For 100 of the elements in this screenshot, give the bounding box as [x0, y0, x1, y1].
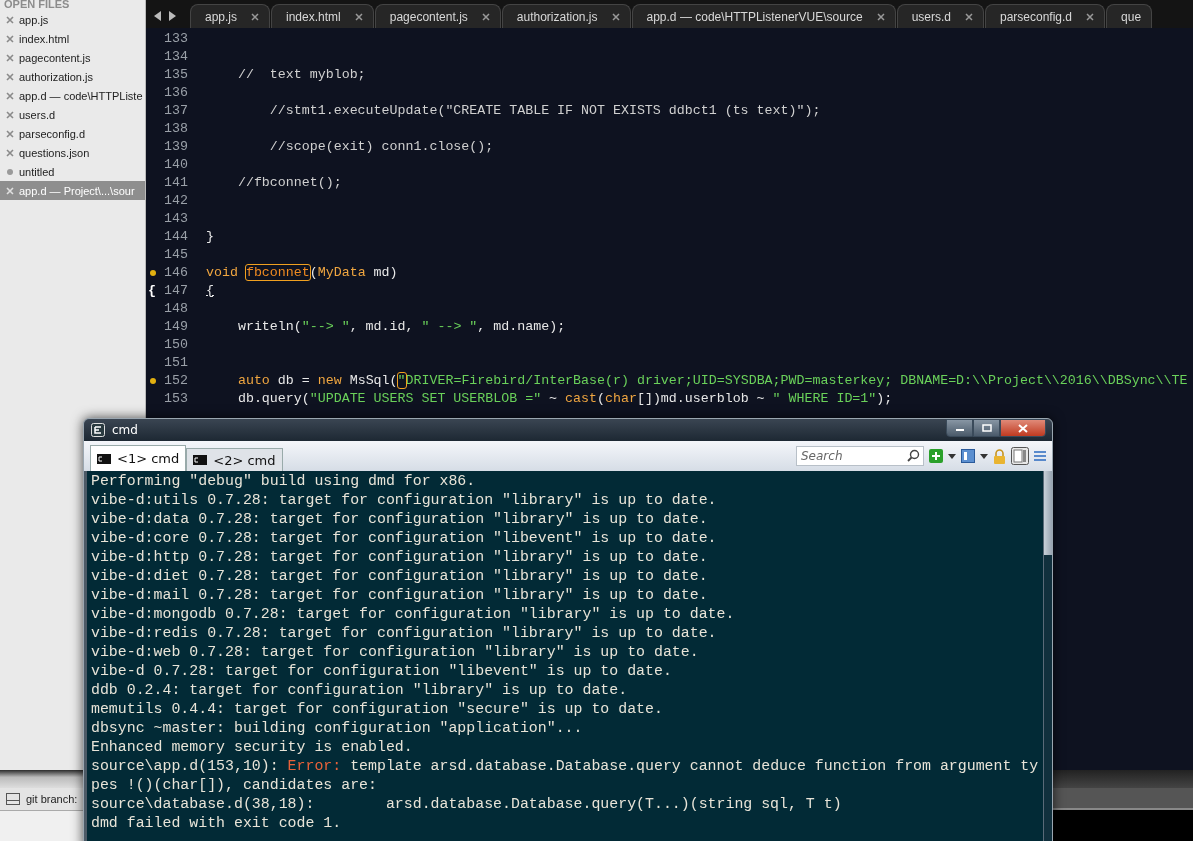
close-icon[interactable] [876, 12, 885, 21]
file-tab[interactable]: que [1106, 4, 1153, 28]
dot-icon [6, 167, 14, 176]
console-tab[interactable]: <1> cmd [90, 445, 187, 471]
line-number: 148 [164, 300, 188, 316]
window-title: cmd [112, 423, 138, 437]
code-line: // text myblob; [236, 66, 366, 82]
line-number: 145 [164, 246, 188, 262]
console-output-line: memutils 0.4.4: target for configuration "secure" is up to date. [91, 700, 664, 719]
console-output-line: vibe-d:redis 0.7.28: target for configuration "library" is up to date. [91, 624, 718, 643]
open-file-item[interactable]: pagecontent.js [0, 48, 145, 67]
close-icon[interactable] [6, 72, 14, 81]
line-number: 133 [164, 30, 188, 46]
console-output-line: vibe-d:core 0.7.28: target for configuration "libevent" is up to date. [91, 529, 718, 548]
line-number: 140 [164, 156, 188, 172]
console-output-line: vibe-d:http 0.7.28: target for configuration "library" is up to date. [91, 548, 709, 567]
panel-icon[interactable] [6, 793, 20, 805]
file-tab[interactable]: index.html [271, 4, 374, 28]
file-tab[interactable]: app.d — code\HTTPListenerVUE\source [631, 4, 896, 28]
forward-arrow-icon[interactable] [168, 11, 176, 21]
line-number: 149 [164, 318, 188, 334]
file-tab[interactable]: authorization.js [501, 4, 631, 28]
open-file-item[interactable]: authorization.js [0, 67, 145, 86]
close-icon[interactable] [1086, 12, 1095, 21]
line-number: 144 [164, 228, 188, 244]
console-output-line: dbsync ~master: building configuration "application"... [91, 719, 584, 738]
open-file-item[interactable]: questions.json [0, 143, 145, 162]
window-icon[interactable] [961, 449, 975, 463]
caret-icon[interactable] [980, 453, 988, 459]
close-icon[interactable] [6, 15, 14, 24]
search-field[interactable]: Search [796, 446, 924, 466]
open-file-item[interactable]: app.d — code\HTTPListe [0, 86, 145, 105]
panel-icon[interactable] [1011, 447, 1029, 465]
code-line: } [206, 228, 214, 244]
maximize-icon [981, 424, 992, 432]
console-app-icon [91, 423, 105, 437]
close-button[interactable] [1000, 419, 1046, 437]
file-tab[interactable]: users.d [896, 4, 984, 28]
line-number: 136 [164, 84, 188, 100]
open-file-item[interactable]: untitled [0, 162, 145, 181]
console-output-line: vibe-d:utils 0.7.28: target for configuration "library" is up to date. [91, 491, 718, 510]
close-icon[interactable] [6, 110, 14, 119]
terminal-icon [193, 455, 208, 465]
console-output-line: vibe-d 0.7.28: target for configuration "libevent" is up to date. [91, 662, 673, 681]
open-file-item[interactable]: index.html [0, 29, 145, 48]
console-output-line: source\database.d(38,18): arsd.database.Database.query(T...)(string sql, T t) [91, 795, 843, 814]
console-output-line: vibe-d:mail 0.7.28: target for configuration "library" is up to date. [91, 586, 709, 605]
console-output-line: pes !()(char[]), candidates are: [91, 776, 378, 795]
open-file-item[interactable]: parseconfig.d [0, 124, 145, 143]
close-icon[interactable] [611, 12, 620, 21]
scrollbar-thumb[interactable] [1044, 471, 1052, 555]
close-icon[interactable] [6, 91, 14, 100]
scrollbar[interactable] [0, 770, 83, 788]
minimize-button[interactable] [946, 419, 973, 437]
console-output-line: vibe-d:mongodb 0.7.28: target for configuration "library" is up to date. [91, 605, 736, 624]
line-number: 135 [164, 66, 188, 82]
close-icon[interactable] [965, 12, 973, 21]
line-number: 151 [164, 354, 188, 370]
line-number: 150 [164, 336, 188, 352]
line-number: 146 [164, 264, 188, 280]
console-output-line: vibe-d:web 0.7.28: target for configuration "library" is up to date. [91, 643, 700, 662]
status-text: git branch: [26, 793, 78, 805]
menu-icon[interactable] [1034, 450, 1046, 462]
close-icon[interactable] [251, 12, 260, 21]
close-icon[interactable] [354, 12, 363, 21]
search-icon[interactable] [907, 449, 920, 462]
line-number: 153 [164, 390, 188, 406]
back-arrow-icon[interactable] [154, 11, 162, 21]
caret-icon[interactable] [948, 453, 956, 459]
close-icon[interactable] [6, 129, 14, 138]
close-icon[interactable] [6, 34, 14, 43]
console-tab[interactable]: <2> cmd [186, 448, 283, 471]
line-number: 141 [164, 174, 188, 190]
close-icon[interactable] [481, 12, 490, 21]
line-number: 152 [164, 372, 188, 388]
line-number: 134 [164, 48, 188, 64]
sidebar-header: OPEN FILES [3, 0, 71, 10]
line-number: 137 [164, 102, 188, 118]
maximize-button[interactable] [973, 419, 1000, 437]
add-icon[interactable] [929, 449, 943, 463]
file-tab[interactable]: pagecontent.js [374, 4, 501, 28]
close-icon [1018, 423, 1028, 433]
terminal-icon [97, 453, 111, 464]
open-file-item[interactable]: app.js [0, 10, 145, 29]
open-file-item[interactable]: users.d [0, 105, 145, 124]
console-output-line: dmd failed with exit code 1. [91, 814, 343, 833]
console-output-line: source\app.d(153,10): Error: template arsd.database.Database.query cannot deduce function from argument ty [91, 757, 1040, 776]
line-number: 138 [164, 120, 188, 136]
code-line: writeln("--> ", md.id, " --> ", md.name); [236, 318, 566, 334]
fold-marker[interactable]: { [148, 282, 156, 298]
code-line: //stmt1.executeUpdate("CREATE TABLE IF NOT EXISTS ddbct1 (ts text)"); [268, 102, 821, 118]
close-icon[interactable] [6, 148, 14, 157]
console-output-line: ddb 0.2.4: target for configuration "library" is up to date. [91, 681, 629, 700]
close-icon[interactable] [6, 53, 14, 62]
line-number: 142 [164, 192, 188, 208]
file-tab[interactable]: app.js [190, 4, 271, 28]
code-line: //scope(exit) conn1.close(); [268, 138, 494, 154]
line-number: 143 [164, 210, 188, 226]
file-tab[interactable]: parseconfig.d [985, 4, 1106, 28]
code-line: //fbconnet(); [236, 174, 342, 190]
